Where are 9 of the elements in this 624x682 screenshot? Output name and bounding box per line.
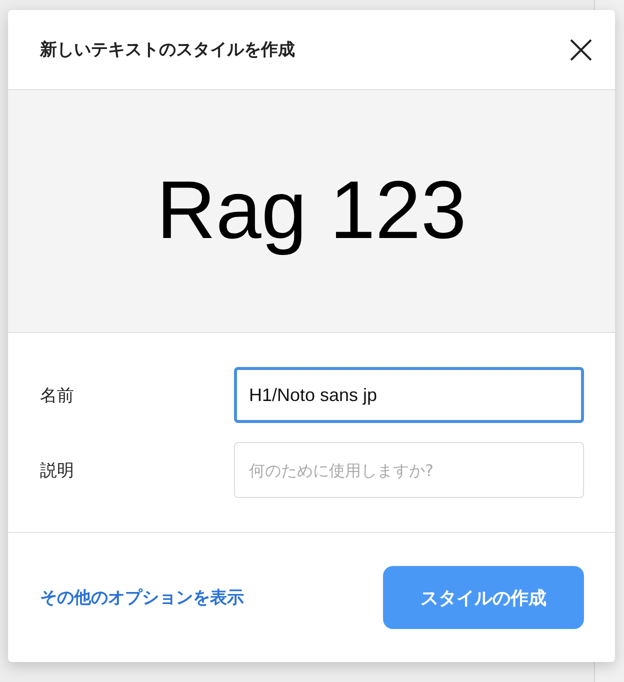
field-label: 名前: [40, 384, 74, 406]
close-icon[interactable]: [569, 38, 593, 62]
preview-text: Rag 123: [156, 164, 467, 258]
dialog-title: 新しいテキストのスタイルを作成: [40, 39, 295, 61]
input-field[interactable]: 何のために使用しますか?: [234, 442, 584, 498]
field-label: 説明: [40, 460, 74, 482]
input-field[interactable]: H1/Noto sans jp: [234, 367, 584, 423]
more-options-link[interactable]: その他のオプションを表示: [40, 586, 244, 609]
create-style-button[interactable]: スタイルの作成: [383, 566, 584, 629]
